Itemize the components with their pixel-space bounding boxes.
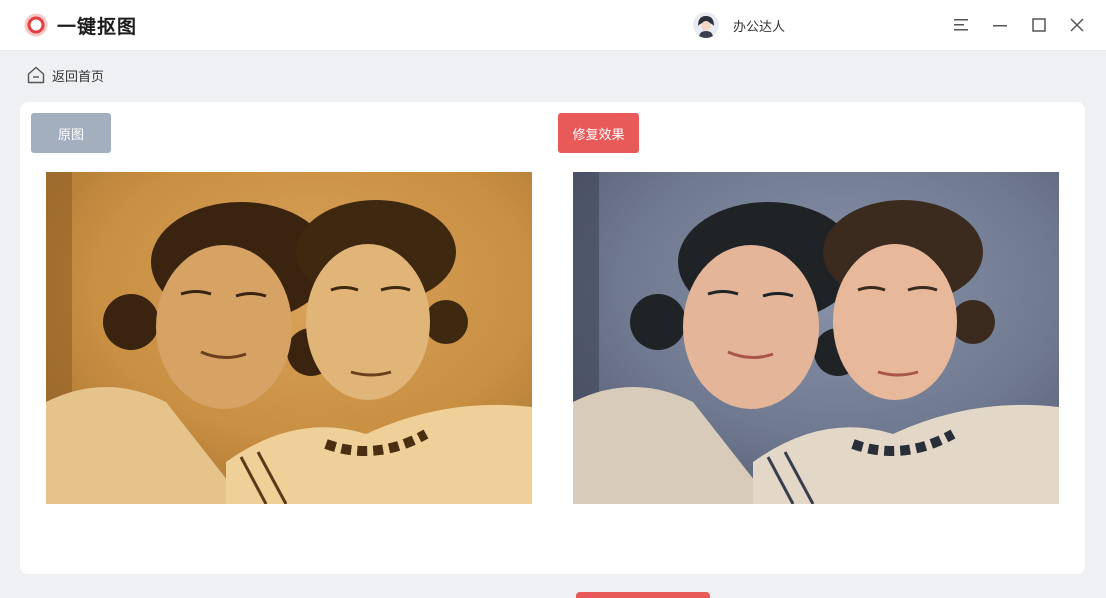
restored-photo xyxy=(573,172,1059,504)
avatar-image xyxy=(693,12,719,38)
menu-button[interactable] xyxy=(948,12,974,38)
original-tag[interactable]: 原图 xyxy=(31,113,111,153)
title-bar: 一键抠图 办公达人 xyxy=(0,0,1106,51)
close-button[interactable] xyxy=(1064,12,1090,38)
home-icon xyxy=(27,66,45,84)
original-photo-image xyxy=(46,172,532,504)
maximize-icon xyxy=(1032,18,1046,32)
back-home-label: 返回首页 xyxy=(52,68,105,84)
restored-photo-image xyxy=(573,172,1059,504)
original-photo xyxy=(46,172,532,504)
app-title: 一键抠图 xyxy=(57,17,138,38)
back-home-link[interactable]: 返回首页 xyxy=(26,64,104,86)
hamburger-menu-icon xyxy=(954,19,968,31)
minimize-button[interactable] xyxy=(987,12,1013,38)
user-name[interactable]: 办公达人 xyxy=(733,16,785,35)
app-logo-icon xyxy=(24,13,48,37)
close-icon xyxy=(1070,18,1084,32)
minimize-icon xyxy=(993,25,1007,27)
user-avatar[interactable] xyxy=(693,12,719,38)
result-tag[interactable]: 修复效果 xyxy=(558,113,639,153)
maximize-button[interactable] xyxy=(1026,12,1052,38)
bottom-action-button[interactable] xyxy=(576,592,710,598)
